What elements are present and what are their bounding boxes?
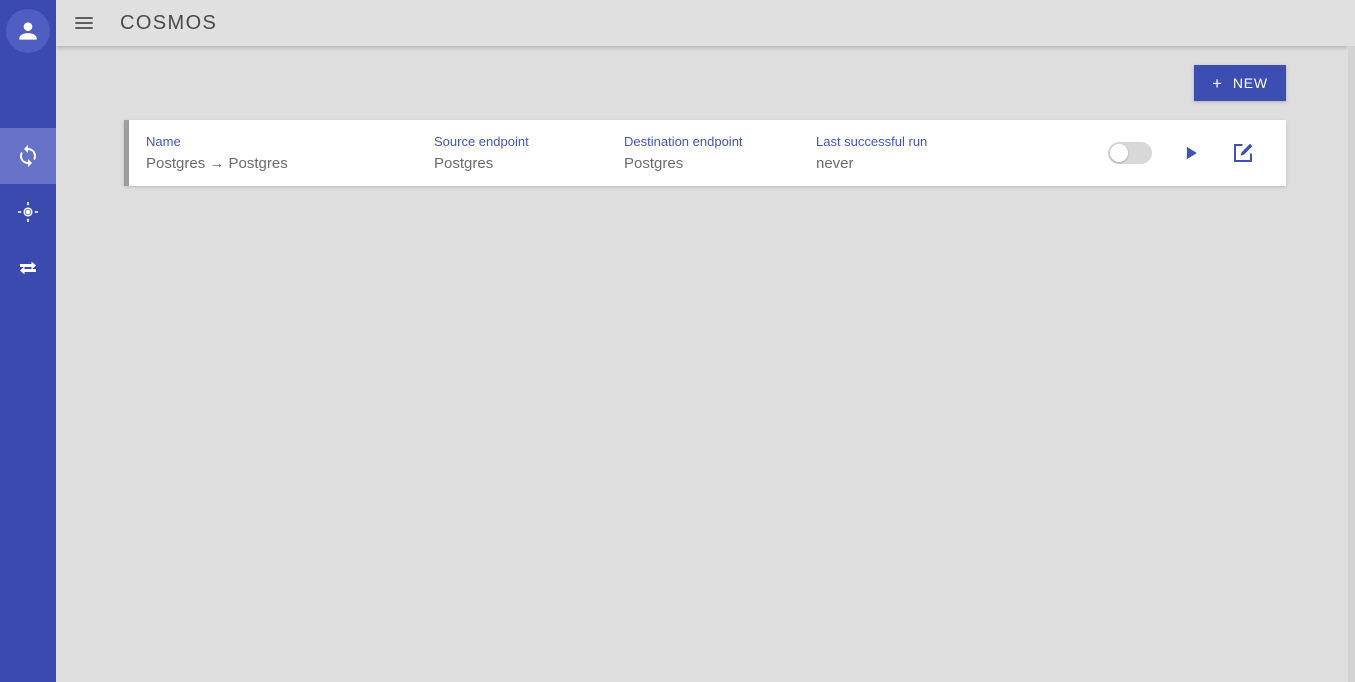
cell-value-source-endpoint: Postgres	[434, 154, 494, 172]
cell-value-last-successful-run: never	[816, 154, 854, 172]
sidebar-items	[0, 128, 56, 296]
cell-value-name: Postgres → Postgres	[146, 154, 288, 172]
actions-bar: + NEW	[56, 46, 1348, 120]
scrollbar-gutter-top	[1348, 0, 1355, 46]
avatar[interactable]	[6, 9, 50, 53]
cell-last-successful-run: Last successful run never	[816, 134, 996, 173]
column-header-name: Name	[146, 133, 181, 149]
compare-arrows-icon	[16, 256, 40, 280]
scrollbar-vertical[interactable]	[1348, 46, 1355, 682]
sidebar-item-gps-fixed[interactable]	[0, 184, 56, 240]
cell-source-endpoint: Source endpoint Postgres	[434, 134, 624, 173]
row-columns: Name Postgres → Postgres Source endpoint…	[124, 134, 1108, 173]
menu-button[interactable]	[64, 3, 104, 43]
run-button[interactable]	[1178, 140, 1204, 166]
new-button-label: NEW	[1232, 75, 1268, 91]
play-icon	[1181, 143, 1201, 163]
toggle-off-icon	[1110, 144, 1128, 162]
person-icon	[15, 18, 41, 44]
plus-icon: +	[1212, 73, 1223, 93]
sync-icon	[16, 144, 40, 168]
column-header-last-successful-run: Last successful run	[816, 133, 928, 149]
cell-value-destination-endpoint: Postgres	[624, 154, 684, 172]
page-title: COSMOS	[120, 11, 218, 34]
cell-destination-endpoint: Destination endpoint Postgres	[624, 134, 816, 173]
main-content: + NEW Name Postgres → Postgres Source en…	[56, 46, 1348, 682]
new-button[interactable]: + NEW	[1194, 65, 1286, 101]
table-row[interactable]: Name Postgres → Postgres Source endpoint…	[124, 120, 1286, 186]
gps-fixed-icon	[16, 200, 40, 224]
top-toolbar: COSMOS	[56, 0, 1348, 46]
app-root: COSMOS + NEW Name Postgres → Postgres So…	[0, 0, 1355, 682]
enable-toggle[interactable]	[1108, 142, 1152, 164]
row-accent-bar	[124, 120, 129, 186]
avatar-container	[0, 0, 56, 62]
row-actions	[1108, 140, 1286, 166]
sidebar-item-sync[interactable]	[0, 128, 56, 184]
hamburger-menu-icon	[75, 17, 93, 29]
cell-name: Name Postgres → Postgres	[146, 134, 434, 173]
edit-button[interactable]	[1230, 140, 1256, 166]
sidebar-rail	[0, 0, 56, 682]
edit-icon	[1231, 141, 1255, 165]
sidebar-item-compare-arrows[interactable]	[0, 240, 56, 296]
list-container: Name Postgres → Postgres Source endpoint…	[56, 120, 1348, 186]
column-header-destination-endpoint: Destination endpoint	[624, 133, 743, 149]
column-header-source-endpoint: Source endpoint	[434, 133, 529, 149]
